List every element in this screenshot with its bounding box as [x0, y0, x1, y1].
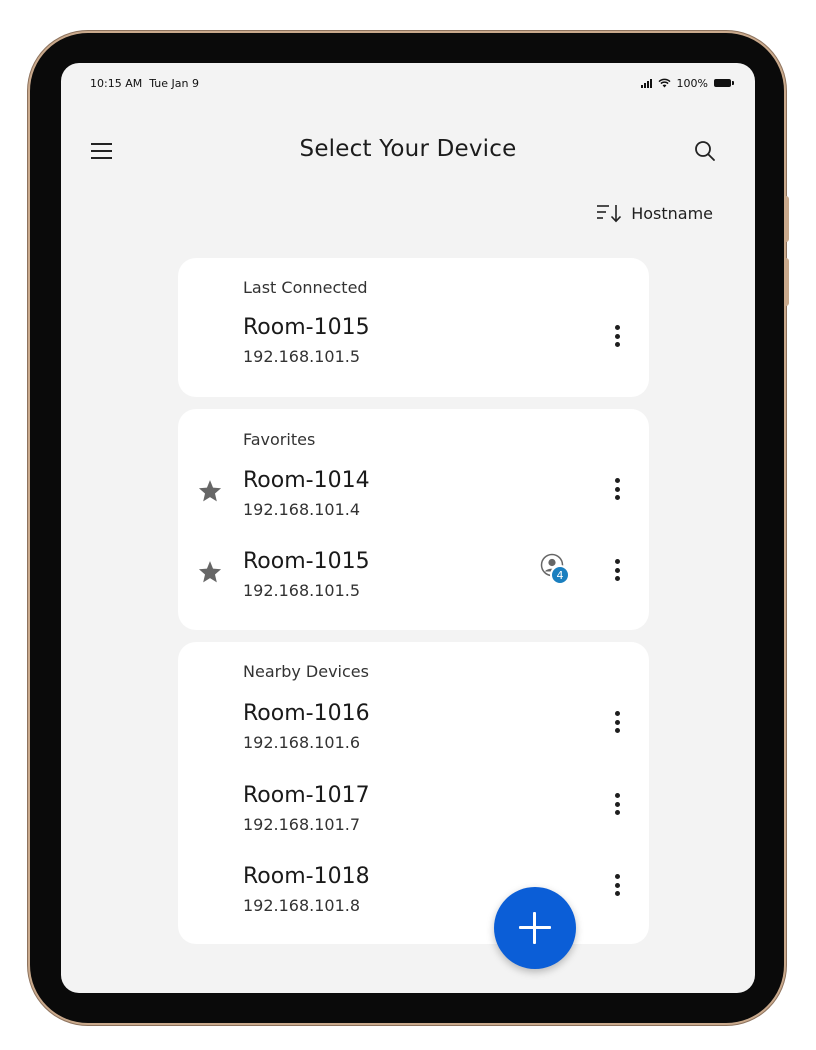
status-time-date: 10:15 AM Tue Jan 9 [90, 77, 199, 90]
status-indicators: 100% [640, 76, 734, 90]
add-device-button[interactable] [494, 887, 576, 969]
sort-label: Hostname [631, 203, 713, 223]
device-row[interactable]: Room-1016 192.168.101.6 [178, 701, 649, 763]
device-name: Room-1016 [243, 701, 370, 726]
connected-users-indicator: 4 [540, 553, 572, 585]
device-name: Room-1015 [243, 549, 370, 574]
app-screen: 10:15 AM Tue Jan 9 100% Select Your Devi… [61, 63, 755, 993]
more-options-icon[interactable] [607, 555, 627, 585]
device-ip: 192.168.101.4 [243, 500, 361, 519]
search-icon[interactable] [693, 139, 717, 163]
device-name: Room-1014 [243, 468, 370, 493]
sort-control[interactable]: Hostname [596, 203, 713, 223]
device-name: Room-1018 [243, 864, 370, 889]
device-name: Room-1015 [243, 315, 370, 340]
favorite-star-icon[interactable] [197, 478, 223, 504]
favorites-card: Favorites Room-1014 192.168.101.4 Room-1… [178, 409, 649, 630]
last-connected-card: Last Connected Room-1015 192.168.101.5 [178, 258, 649, 397]
device-ip: 192.168.101.8 [243, 896, 361, 915]
status-date: Tue Jan 9 [149, 76, 199, 90]
device-ip: 192.168.101.5 [243, 347, 361, 366]
more-options-icon[interactable] [607, 789, 627, 819]
device-row[interactable]: Room-1015 192.168.101.5 [178, 315, 649, 377]
sort-descending-icon [597, 205, 622, 223]
device-ip: 192.168.101.6 [243, 733, 361, 752]
section-title: Favorites [243, 430, 316, 449]
battery-percent: 100% [676, 76, 708, 90]
nearby-devices-card: Nearby Devices Room-1016 192.168.101.6 R… [178, 642, 649, 944]
favorite-star-icon[interactable] [197, 559, 223, 585]
cellular-signal-icon [640, 78, 652, 88]
status-time: 10:15 AM [90, 76, 143, 90]
more-options-icon[interactable] [607, 321, 627, 351]
device-row[interactable]: Room-1018 192.168.101.8 [178, 864, 649, 926]
device-row[interactable]: Room-1017 192.168.101.7 [178, 783, 649, 845]
device-ip: 192.168.101.5 [243, 581, 361, 600]
device-name: Room-1017 [243, 783, 370, 808]
wifi-icon [658, 78, 671, 88]
status-bar: 10:15 AM Tue Jan 9 100% [90, 75, 734, 91]
device-ip: 192.168.101.7 [243, 815, 361, 834]
more-options-icon[interactable] [607, 474, 627, 504]
page-title: Select Your Device [299, 136, 517, 162]
device-row[interactable]: Room-1015 192.168.101.5 4 [178, 549, 649, 611]
volume-down-button [784, 258, 789, 306]
more-options-icon[interactable] [607, 707, 627, 737]
volume-up-button [784, 196, 789, 242]
section-title: Nearby Devices [243, 662, 369, 681]
section-title: Last Connected [243, 278, 368, 297]
battery-icon [714, 79, 734, 87]
device-row[interactable]: Room-1014 192.168.101.4 [178, 468, 649, 530]
user-count-badge: 4 [550, 565, 570, 585]
more-options-icon[interactable] [607, 870, 627, 900]
